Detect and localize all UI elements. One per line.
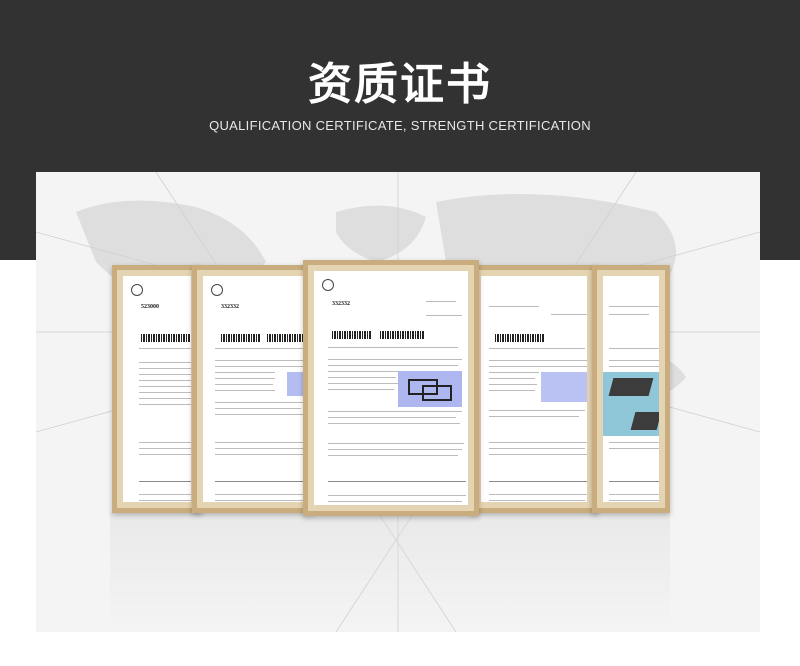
certificate-paper: 332332	[203, 276, 303, 502]
barcode-icon	[380, 331, 424, 339]
certificate-frame-4	[470, 265, 598, 513]
certificate-frame-2: 332332	[192, 265, 314, 513]
certificate-frame-1: 523000	[112, 265, 202, 513]
barcode-icon	[332, 331, 372, 339]
certificate-frame-5	[592, 265, 670, 513]
product-image	[398, 371, 462, 407]
certificate-paper: 523000	[123, 276, 191, 502]
barcode-icon	[141, 334, 191, 342]
product-image	[287, 372, 303, 396]
certificate-paper: 332332	[314, 271, 468, 505]
certificates-row: 523000 332332 332332	[0, 0, 800, 666]
barcode-icon	[221, 334, 261, 342]
cnipa-logo-icon	[322, 279, 334, 291]
product-image	[541, 372, 587, 402]
cnipa-logo-icon	[211, 284, 223, 296]
certificate-number: 332332	[221, 304, 239, 310]
certificate-number: 332332	[332, 301, 350, 307]
certificate-number: 523000	[141, 304, 159, 310]
barcode-icon	[267, 334, 303, 342]
certificate-frame-3: 332332	[303, 260, 479, 516]
cnipa-logo-icon	[131, 284, 143, 296]
certificate-paper	[603, 276, 659, 502]
certificate-paper	[481, 276, 587, 502]
barcode-icon	[495, 334, 545, 342]
product-image	[603, 372, 659, 436]
